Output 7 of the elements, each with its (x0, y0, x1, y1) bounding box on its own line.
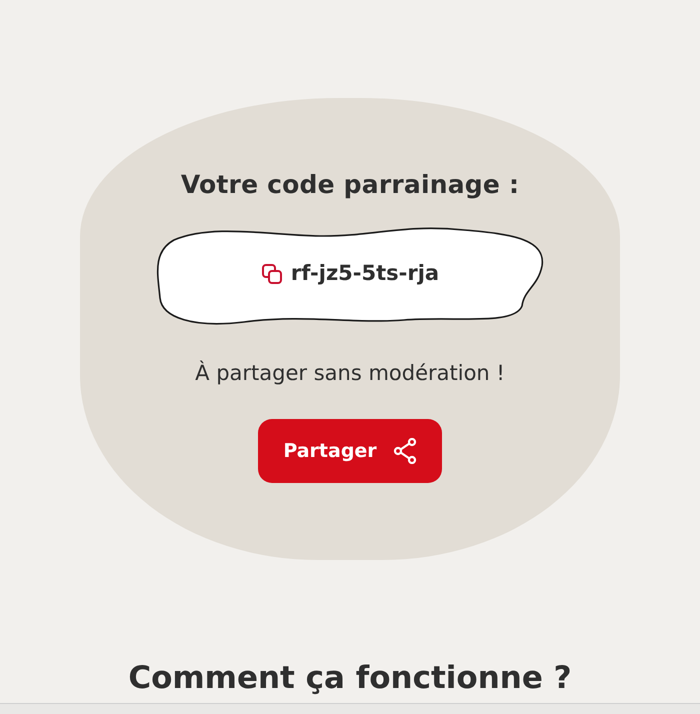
share-button[interactable]: Partager (258, 419, 442, 483)
referral-title: Votre code parrainage : (180, 169, 520, 201)
referral-code: rf-jz5-5ts-rja (290, 260, 440, 287)
copy-icon[interactable] (260, 262, 283, 284)
share-hint: À partager sans modération ! (194, 360, 506, 386)
section-heading: Comment ça fonctionne ? (127, 660, 573, 698)
share-icon (392, 438, 417, 464)
